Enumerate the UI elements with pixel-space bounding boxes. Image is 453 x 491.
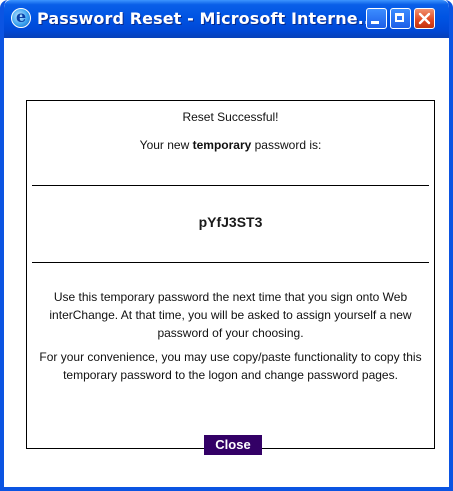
- maximize-button[interactable]: [390, 8, 411, 29]
- intro-emphasis: temporary: [192, 138, 252, 152]
- intro-suffix: password is:: [251, 138, 322, 152]
- minimize-button[interactable]: [366, 8, 387, 29]
- window-title: Password Reset - Microsoft Interne...: [37, 9, 377, 28]
- close-window-button[interactable]: [414, 8, 435, 29]
- instructions-paragraph: Use this temporary password the next tim…: [49, 290, 412, 340]
- password-intro-text: Your new temporary password is:: [27, 138, 434, 152]
- intro-prefix: Your new: [139, 138, 193, 152]
- close-button[interactable]: Close: [204, 435, 262, 455]
- temporary-password[interactable]: pYfJ3ST3: [27, 214, 434, 230]
- copy-paste-paragraph: For your convenience, you may use copy/p…: [39, 350, 422, 382]
- divider-bottom: [32, 262, 429, 263]
- browser-popup-window: Password Reset - Microsoft Interne... Re…: [0, 0, 453, 491]
- internet-explorer-icon: [11, 7, 31, 28]
- reset-result-panel: Reset Successful! Your new temporary pas…: [26, 100, 435, 449]
- divider-top: [32, 185, 429, 186]
- close-icon: [418, 12, 431, 25]
- reset-status-text: Reset Successful!: [182, 110, 279, 124]
- page-content: Reset Successful! Your new temporary pas…: [4, 38, 449, 487]
- title-bar[interactable]: Password Reset - Microsoft Interne...: [4, 0, 449, 38]
